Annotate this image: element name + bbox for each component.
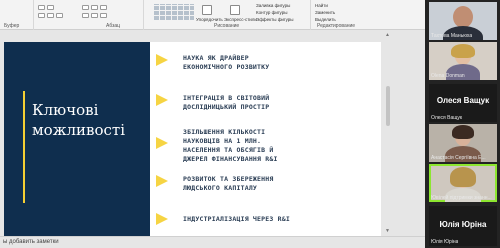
participant-video bbox=[450, 167, 476, 187]
ribbon-group-paragraph: Абзац bbox=[34, 0, 144, 30]
slide-canvas[interactable]: Ключові можливості НАУКА ЯК ДРАЙВЕР ЕКОН… bbox=[0, 31, 425, 248]
find-button[interactable]: Найти bbox=[315, 3, 328, 8]
shapes-gallery[interactable] bbox=[154, 4, 194, 20]
list-item-text-line: ЕКОНОМІЧНОГО РОЗВИТКУ bbox=[183, 63, 270, 71]
list-item-text-line: РОЗВИТОК ТА ЗБЕРЕЖЕННЯ bbox=[183, 175, 274, 183]
list-item-text-line: НАСЕЛЕННЯ ТА ОБСЯГІВ Й bbox=[183, 146, 274, 154]
triangle-bullet-icon bbox=[156, 94, 168, 106]
align-left-button[interactable] bbox=[82, 13, 89, 18]
participant-big-name: Юлія Юріна bbox=[439, 220, 487, 229]
clear-format-button[interactable] bbox=[47, 5, 54, 10]
list-item-text-line: ЗБІЛЬШЕННЯ КІЛЬКОСТІ bbox=[183, 128, 266, 136]
participant-tile-active-speaker[interactable]: Ювілей підтримки знанн... bbox=[429, 164, 497, 202]
triangle-bullet-icon bbox=[156, 137, 168, 149]
participants-panel: Тахтова Маньюха Olena Donman Олеся Ващук… bbox=[425, 0, 500, 248]
slide[interactable]: Ключові можливості НАУКА ЯК ДРАЙВЕР ЕКОН… bbox=[4, 42, 381, 248]
ribbon-group-clipboard: Буфер bbox=[0, 0, 34, 30]
notes-bar[interactable]: ы добавить заметки bbox=[0, 236, 425, 248]
ribbon-group-label: Рисование bbox=[214, 23, 240, 29]
participant-name: Тахтова Маньюха bbox=[431, 33, 473, 39]
list-item-text-line: ІНДУСТРІАЛІЗАЦІЯ ЧЕРЕЗ R&I bbox=[183, 215, 290, 223]
list-item-text-line: НАУКОВЦІВ НА 1 МЛН. bbox=[183, 137, 262, 145]
shape-effects-button[interactable]: Эффекты фигуры bbox=[256, 17, 294, 22]
quick-styles-icon[interactable] bbox=[230, 5, 240, 15]
participant-name: Ювілей підтримки знанн... bbox=[431, 195, 492, 201]
ribbon-group-label: Абзац bbox=[106, 23, 121, 29]
scrollbar-thumb[interactable] bbox=[386, 86, 390, 126]
participant-tile[interactable]: Olena Donman bbox=[429, 42, 497, 80]
scroll-down-icon[interactable]: ▼ bbox=[385, 228, 390, 234]
align-center-button[interactable] bbox=[91, 13, 98, 18]
triangle-bullet-icon bbox=[156, 175, 168, 187]
triangle-bullet-icon bbox=[156, 213, 168, 225]
triangle-bullet-icon bbox=[156, 54, 168, 66]
participant-tile[interactable]: Олеся Ващук Олеся Ващук bbox=[429, 84, 497, 122]
ribbon-group-drawing: Упорядочить Экспресс-стили Заливка фигур… bbox=[144, 0, 311, 30]
participant-name: Olena Donman bbox=[431, 73, 465, 79]
replace-button[interactable]: Заменить bbox=[315, 10, 335, 15]
arrange-icon[interactable] bbox=[202, 5, 212, 15]
participant-name: Анастасія Сергіївна Е... bbox=[431, 155, 486, 161]
quick-styles-button[interactable]: Экспресс-стили bbox=[224, 17, 257, 22]
arrange-button[interactable]: Упорядочить bbox=[196, 17, 223, 22]
slide-title[interactable]: Ключові можливості bbox=[32, 100, 147, 140]
participant-big-name: Олеся Ващук bbox=[436, 96, 490, 105]
list-item-text-line: ІНТЕГРАЦІЯ В СВІТОВИЙ bbox=[183, 94, 270, 102]
bold-button[interactable] bbox=[38, 13, 45, 18]
powerpoint-window: Буфер Абзац Упорядочить Экспресс-стили З… bbox=[0, 0, 425, 248]
numbering-button[interactable] bbox=[91, 5, 98, 10]
ribbon-group-label: Буфер bbox=[4, 23, 20, 29]
bullets-button[interactable] bbox=[82, 5, 89, 10]
participant-tile[interactable]: Анастасія Сергіївна Е... bbox=[429, 124, 497, 162]
vertical-scrollbar[interactable]: ▲ ▼ bbox=[384, 31, 392, 236]
accent-bar bbox=[23, 91, 25, 203]
participant-video bbox=[451, 44, 475, 58]
ribbon-group-label: Редактирование bbox=[317, 23, 356, 29]
list-item-text-line: ЛЮДСЬКОГО КАПІТАЛУ bbox=[183, 184, 258, 192]
italic-button[interactable] bbox=[47, 13, 54, 18]
align-right-button[interactable] bbox=[100, 13, 107, 18]
shape-outline-button[interactable]: Контур фигуры bbox=[256, 10, 287, 15]
shape-fill-button[interactable]: Заливка фигуры bbox=[256, 3, 290, 8]
slide-title-panel bbox=[4, 42, 150, 248]
scroll-up-icon[interactable]: ▲ bbox=[385, 32, 390, 38]
participant-tile[interactable]: Юлія Юріна Юлія Юріна bbox=[429, 206, 497, 246]
select-button[interactable]: Выделить bbox=[315, 17, 336, 22]
indent-button[interactable] bbox=[100, 5, 107, 10]
list-item-text-line: ДЖЕРЕЛ ФІНАНСУВАННЯ R&I bbox=[183, 155, 278, 163]
font-size-box[interactable] bbox=[38, 5, 45, 10]
participant-video bbox=[452, 125, 474, 139]
participant-tile[interactable]: Тахтова Маньюха bbox=[429, 2, 497, 40]
notes-hint[interactable]: ы добавить заметки bbox=[3, 239, 59, 245]
participant-video bbox=[453, 6, 473, 28]
list-item-text-line: НАУКА ЯК ДРАЙВЕР bbox=[183, 54, 249, 62]
list-item-text-line: ДОСЛІДНИЦЬКИЙ ПРОСТІР bbox=[183, 103, 270, 111]
underline-button[interactable] bbox=[56, 13, 63, 18]
ribbon: Буфер Абзац Упорядочить Экспресс-стили З… bbox=[0, 0, 425, 30]
ribbon-group-editing: Найти Заменить Выделить Редактирование bbox=[311, 0, 371, 30]
participant-name: Юлія Юріна bbox=[431, 239, 459, 245]
participant-name: Олеся Ващук bbox=[431, 115, 463, 121]
